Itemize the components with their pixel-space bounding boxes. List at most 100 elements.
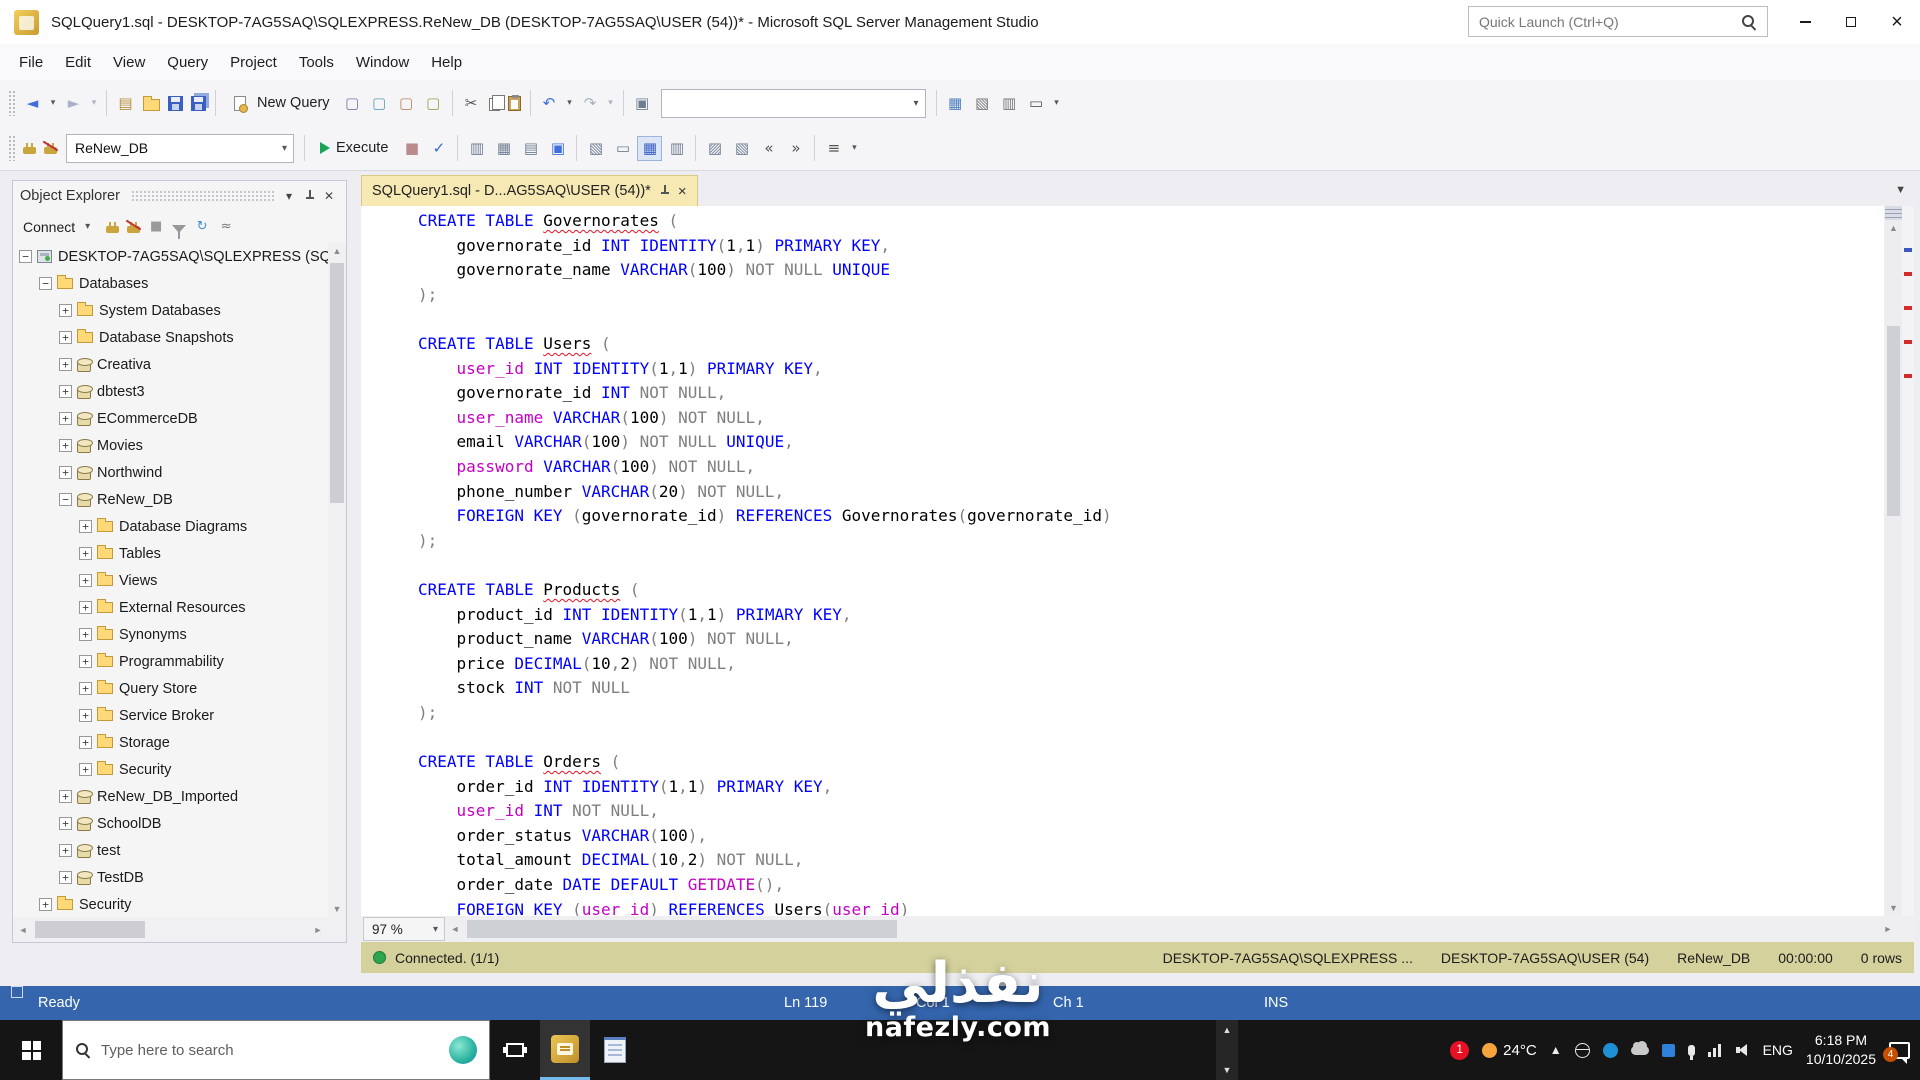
app-tray-icon[interactable] <box>1602 1042 1618 1058</box>
action-center-icon[interactable]: 4 <box>1883 1041 1910 1064</box>
tree-item-renew-db-imported[interactable]: + ReNew_DB_Imported <box>13 783 328 810</box>
code-line[interactable]: product_name VARCHAR(100) NOT NULL, <box>418 627 1112 652</box>
object-explorer-vertical-scrollbar[interactable]: ▲ ▼ <box>328 243 346 917</box>
expand-icon[interactable]: + <box>79 682 92 695</box>
code-line[interactable]: order_status VARCHAR(100), <box>418 824 1112 849</box>
expand-icon[interactable]: + <box>59 412 72 425</box>
indent-icon[interactable]: » <box>783 136 808 161</box>
editor-vertical-scrollbar[interactable]: ▲ ▼ <box>1885 206 1902 916</box>
cancel-query-icon[interactable]: ■ <box>399 136 424 161</box>
scroll-up-icon[interactable]: ▲ <box>1885 220 1902 236</box>
scroll-left-icon[interactable]: ◄ <box>445 924 465 934</box>
tree-item-service-broker[interactable]: + Service Broker <box>13 702 328 729</box>
new-dmx-query-icon[interactable]: ▢ <box>367 91 392 116</box>
expand-icon[interactable]: + <box>59 844 72 857</box>
code-line[interactable]: order_id INT IDENTITY(1,1) PRIMARY KEY, <box>418 775 1112 800</box>
notification-count-badge[interactable]: 1 <box>1450 1040 1470 1060</box>
intellisense-enabled-icon[interactable]: ▣ <box>545 136 570 161</box>
template-explorer-icon[interactable]: ▥ <box>997 91 1022 116</box>
taskbar-overflow-scroller[interactable]: ▲ ▼ <box>1216 1020 1238 1080</box>
sqlcmd-mode-icon[interactable]: ≡ <box>821 136 846 161</box>
stop-icon[interactable]: ■ <box>145 216 167 238</box>
expand-icon[interactable]: + <box>79 520 92 533</box>
solution-explorer-icon[interactable]: ▦ <box>943 91 968 116</box>
code-line[interactable]: CREATE TABLE Users ( <box>418 332 1112 357</box>
zoom-selector[interactable]: 97 % ▾ <box>363 917 445 941</box>
code-line[interactable]: product_id INT IDENTITY(1,1) PRIMARY KEY… <box>418 603 1112 628</box>
code-line[interactable]: CREATE TABLE Products ( <box>418 578 1112 603</box>
window-position-chevron-icon[interactable]: ▾ <box>279 186 299 206</box>
expand-icon[interactable]: + <box>79 574 92 587</box>
restore-button[interactable] <box>1828 0 1874 44</box>
tree-item-synonyms[interactable]: + Synonyms <box>13 621 328 648</box>
code-line[interactable]: phone_number VARCHAR(20) NOT NULL, <box>418 480 1112 505</box>
microphone-icon[interactable] <box>1687 1044 1695 1060</box>
tree-item-database-diagrams[interactable]: + Database Diagrams <box>13 513 328 540</box>
tree-item-query-store[interactable]: + Query Store <box>13 675 328 702</box>
new-mdx-query-icon[interactable]: ▢ <box>340 91 365 116</box>
pin-tab-icon[interactable] <box>659 184 670 198</box>
expand-icon[interactable]: + <box>79 763 92 776</box>
scrollbar-thumb[interactable] <box>467 920 897 938</box>
menu-query[interactable]: Query <box>156 44 219 80</box>
code-line[interactable]: user_id INT IDENTITY(1,1) PRIMARY KEY, <box>418 357 1112 382</box>
close-panel-icon[interactable]: ✕ <box>319 186 339 206</box>
tree-item-northwind[interactable]: + Northwind <box>13 459 328 486</box>
close-tab-icon[interactable]: × <box>678 184 687 199</box>
tree-item-creativa[interactable]: + Creativa <box>13 351 328 378</box>
split-editor-handle[interactable] <box>1885 206 1902 220</box>
menu-project[interactable]: Project <box>219 44 288 80</box>
cut-icon[interactable]: ✂ <box>459 91 484 116</box>
expand-icon[interactable]: + <box>79 709 92 722</box>
code-line[interactable]: user_name VARCHAR(100) NOT NULL, <box>418 406 1112 431</box>
tree-item-storage[interactable]: + Storage <box>13 729 328 756</box>
find-in-files-icon[interactable]: ▣ <box>630 91 655 116</box>
menu-window[interactable]: Window <box>345 44 420 80</box>
disconnect-server-icon[interactable] <box>127 221 141 233</box>
onedrive-icon[interactable] <box>1630 1040 1649 1055</box>
live-query-statistics-icon[interactable]: ▦ <box>491 136 516 161</box>
new-dax-query-icon[interactable]: ▢ <box>421 91 446 116</box>
code-line[interactable]: user_id INT NOT NULL, <box>418 799 1112 824</box>
expand-icon[interactable]: + <box>79 601 92 614</box>
code-line[interactable]: CREATE TABLE Governorates ( <box>418 209 1112 234</box>
refresh-icon[interactable]: ↻ <box>191 216 213 238</box>
code-line[interactable]: ); <box>418 529 1112 554</box>
code-line[interactable]: FOREIGN KEY (user_id) REFERENCES Users(u… <box>418 898 1112 916</box>
nav-forward-icon[interactable]: ► <box>61 91 86 116</box>
new-xmla-query-icon[interactable]: ▢ <box>394 91 419 116</box>
expand-icon[interactable]: + <box>79 547 92 560</box>
results-to-file-icon[interactable]: ▥ <box>664 136 689 161</box>
quick-launch-input[interactable]: Quick Launch (Ctrl+Q) <box>1468 6 1768 37</box>
editor-change-connection-icon[interactable] <box>44 143 57 154</box>
collapse-icon[interactable]: − <box>19 250 32 263</box>
uncomment-icon[interactable]: ▧ <box>729 136 754 161</box>
tree-item-movies[interactable]: + Movies <box>13 432 328 459</box>
tree-item-programmability[interactable]: + Programmability <box>13 648 328 675</box>
start-button[interactable] <box>0 1020 62 1080</box>
network-signal-icon[interactable] <box>1707 1043 1723 1057</box>
redo-icon[interactable]: ↷ <box>578 91 603 116</box>
tree-item-testdb[interactable]: + TestDB <box>13 864 328 891</box>
code-line[interactable]: governorate_id INT NOT NULL, <box>418 381 1112 406</box>
nav-backward-icon[interactable]: ◄ <box>20 91 45 116</box>
properties-window-icon[interactable]: ▧ <box>970 91 995 116</box>
results-to-grid-icon[interactable]: ▦ <box>637 135 663 161</box>
expand-icon[interactable]: + <box>79 736 92 749</box>
clock-widget[interactable]: 6:18 PM 10/10/2025 <box>1806 1031 1876 1069</box>
expand-icon[interactable]: + <box>59 466 72 479</box>
tree-item-ecommercedb[interactable]: + ECommerceDB <box>13 405 328 432</box>
nav-backward-caret-icon[interactable]: ▾ <box>47 91 59 116</box>
code-line[interactable]: ); <box>418 283 1112 308</box>
find-combo[interactable]: ▾ <box>660 88 926 118</box>
connect-server-icon[interactable] <box>106 221 120 233</box>
actual-plan-icon[interactable]: ▧ <box>583 136 608 161</box>
expand-icon[interactable]: + <box>59 385 72 398</box>
undo-icon[interactable]: ↶ <box>537 91 562 116</box>
code-line[interactable]: ); <box>418 701 1112 726</box>
language-indicator[interactable]: ENG <box>1763 1042 1793 1058</box>
expand-icon[interactable]: + <box>39 898 52 911</box>
menu-file[interactable]: File <box>8 44 54 80</box>
expand-icon[interactable]: + <box>59 439 72 452</box>
code-line[interactable] <box>418 307 1112 332</box>
